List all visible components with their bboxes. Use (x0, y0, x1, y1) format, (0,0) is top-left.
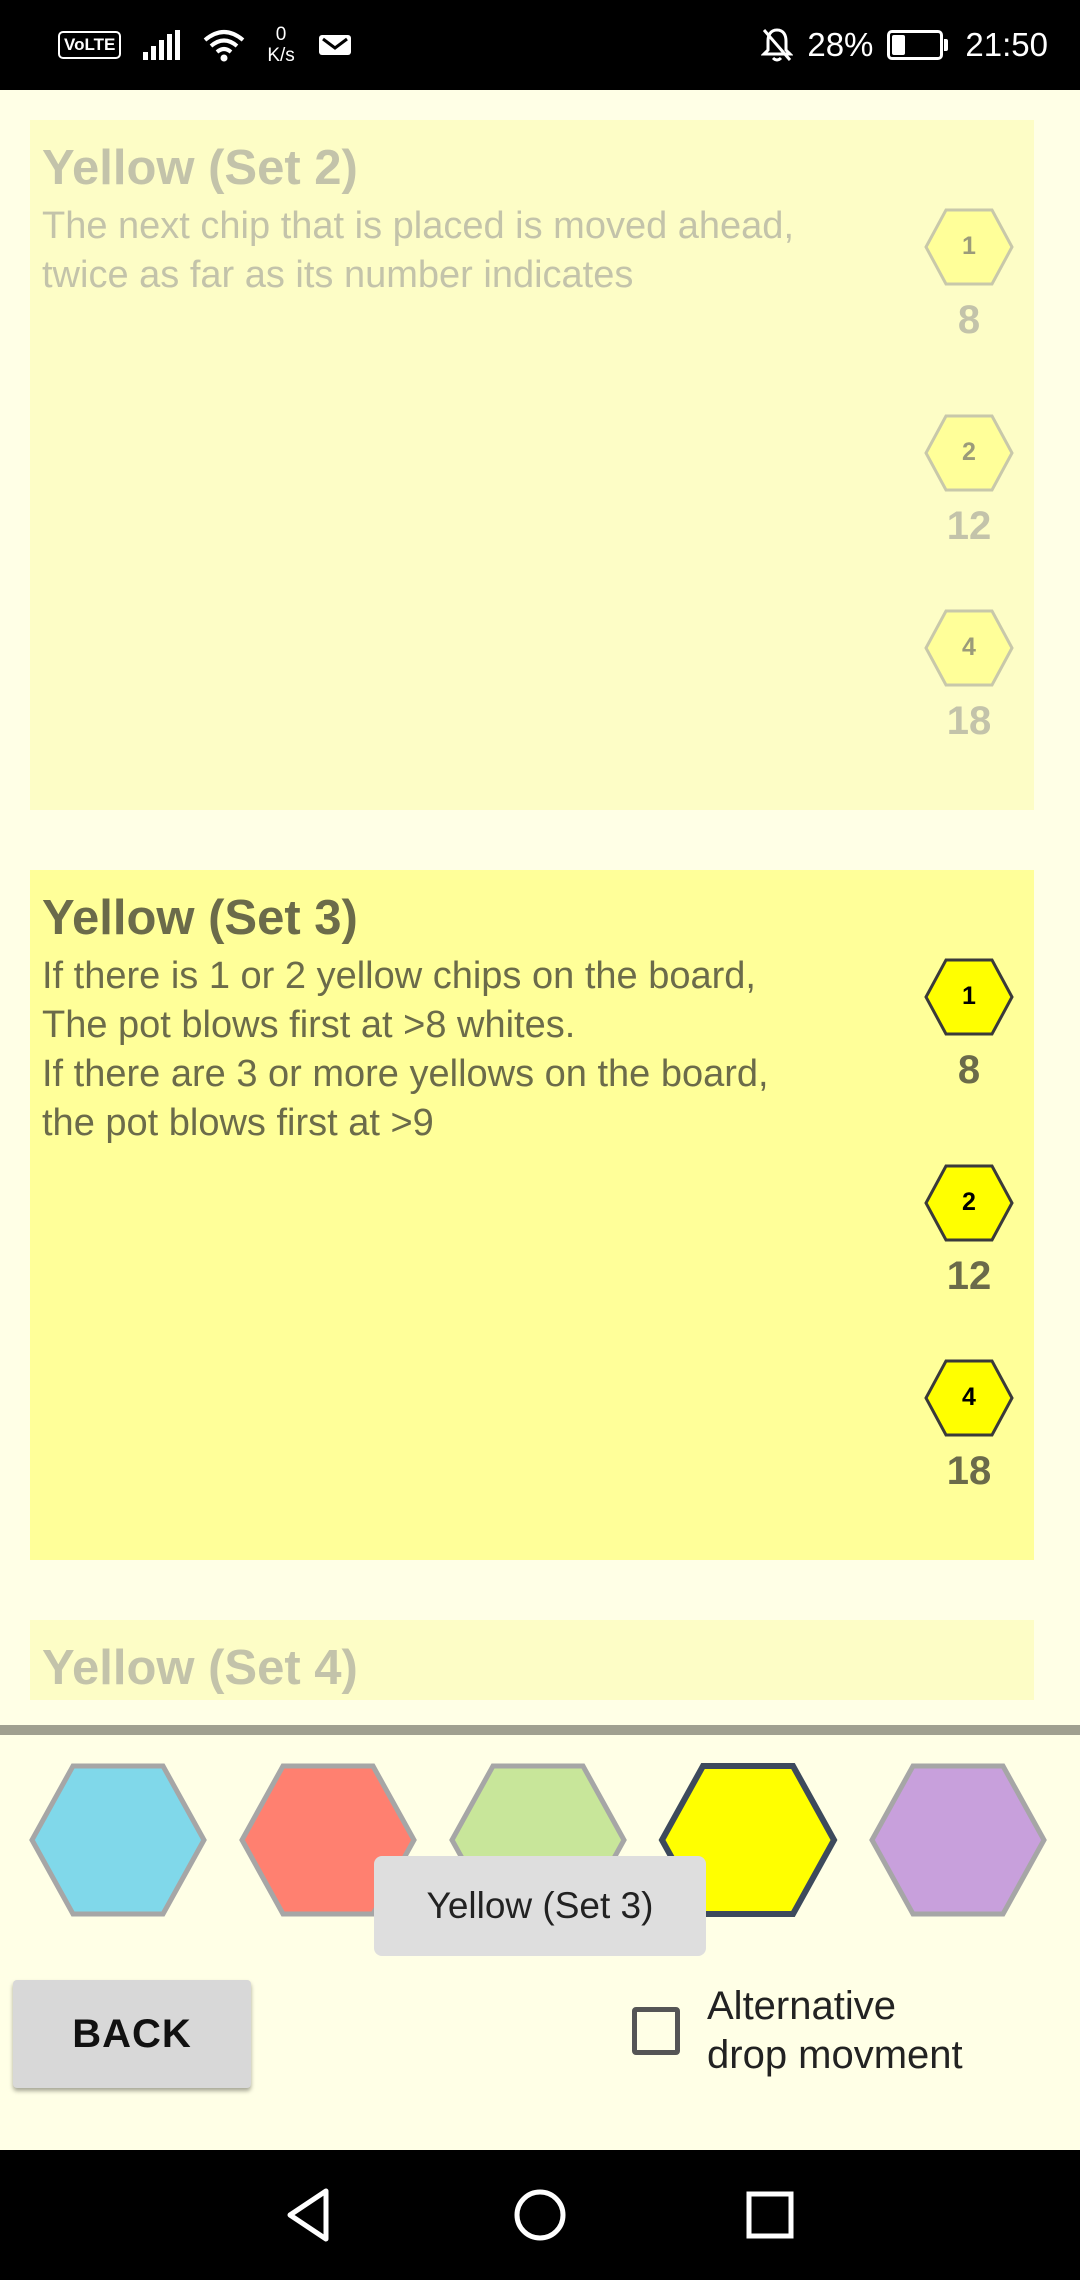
chip-2: 2 12 (924, 414, 1014, 549)
card-title: Yellow (Set 4) (42, 1641, 358, 1695)
alternative-drop-label: Alternative drop movment (707, 1984, 963, 2077)
toast-message: Yellow (Set 3) (374, 1856, 706, 1956)
back-nav-icon[interactable] (280, 2185, 340, 2245)
clock: 21:50 (965, 26, 1048, 63)
card-yellow-set-2[interactable]: Yellow (Set 2) The next chip that is pla… (30, 120, 1034, 810)
color-blue-button[interactable] (28, 1762, 208, 1918)
navigation-bar (0, 2150, 1080, 2280)
mute-bell-icon (761, 28, 794, 62)
card-list[interactable]: Yellow (Set 2) The next chip that is pla… (0, 90, 1080, 1700)
volte-icon: VoLTE (58, 31, 122, 59)
signal-icon (143, 30, 181, 60)
divider (0, 1725, 1080, 1735)
chip-4: 4 18 (924, 1359, 1014, 1494)
home-nav-icon[interactable] (510, 2185, 570, 2245)
alternative-drop-checkbox[interactable] (632, 2007, 680, 2055)
wifi-icon (204, 30, 245, 62)
card-title: Yellow (Set 2) (42, 141, 358, 195)
battery-percent: 28% (807, 26, 874, 63)
card-yellow-set-4[interactable]: Yellow (Set 4) (30, 1620, 1034, 1700)
chip-4: 4 18 (924, 609, 1014, 744)
battery-icon (887, 30, 949, 60)
chip-1: 1 8 (924, 958, 1014, 1093)
card-description: If there is 1 or 2 yellow chips on the b… (42, 955, 769, 1144)
chip-1: 1 8 (924, 208, 1014, 343)
card-description: The next chip that is placed is moved ah… (42, 205, 795, 296)
recents-nav-icon[interactable] (740, 2185, 800, 2245)
card-title: Yellow (Set 3) (42, 891, 358, 945)
color-purple-button[interactable] (868, 1762, 1048, 1918)
back-button[interactable]: BACK (13, 1980, 251, 2088)
notification-icon (318, 35, 351, 55)
alternative-drop-toggle[interactable]: Alternative drop movment (632, 1982, 1007, 2080)
card-yellow-set-3[interactable]: Yellow (Set 3) If there is 1 or 2 yellow… (30, 870, 1034, 1560)
network-speed: 0 K/s (267, 24, 295, 66)
chip-2: 2 12 (924, 1164, 1014, 1299)
status-bar: VoLTE 0 K/s 28% 21:50 (0, 0, 1080, 90)
